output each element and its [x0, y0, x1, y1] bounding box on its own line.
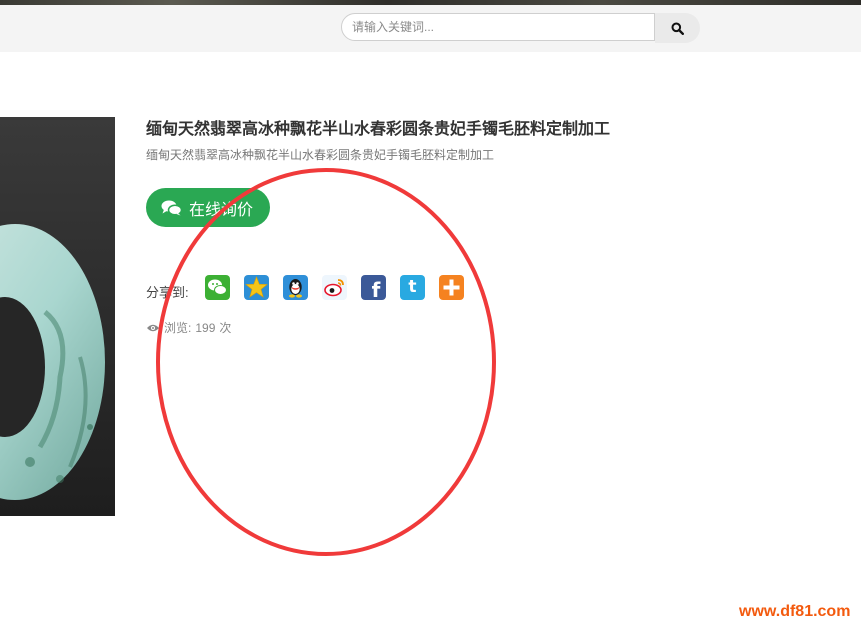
twitter-icon[interactable]: t [400, 275, 425, 300]
product-image [0, 117, 115, 516]
chat-icon [161, 200, 182, 216]
more-icon[interactable] [439, 275, 464, 300]
qq-icon[interactable] [283, 275, 308, 300]
product-subtitle: 缅甸天然翡翠高冰种飘花半山水春彩圆条贵妃手镯毛胚料定制加工 [146, 148, 495, 162]
views-count: 199 [195, 320, 216, 335]
search-input[interactable] [341, 13, 655, 41]
wechat-icon[interactable] [205, 275, 230, 300]
annotation-circle [156, 168, 496, 556]
search-button[interactable] [655, 13, 700, 43]
qzone-icon[interactable] [244, 275, 269, 300]
search-icon [671, 22, 684, 35]
views-label: 浏览: [164, 321, 192, 335]
eye-icon [147, 324, 159, 331]
weibo-icon[interactable] [322, 275, 347, 300]
inquiry-label: 在线询价 [189, 201, 254, 219]
views-unit: 次 [219, 321, 232, 335]
view-count: 浏览: 199 次 [146, 319, 231, 336]
share-label: 分享到: [146, 285, 189, 300]
watermark: www.df81.com [739, 603, 851, 620]
search-bar [341, 13, 700, 43]
facebook-icon[interactable]: f [361, 275, 386, 300]
inquiry-button[interactable]: 在线询价 [146, 188, 270, 227]
product-title: 缅甸天然翡翠高冰种飘花半山水春彩圆条贵妃手镯毛胚料定制加工 [146, 121, 611, 138]
